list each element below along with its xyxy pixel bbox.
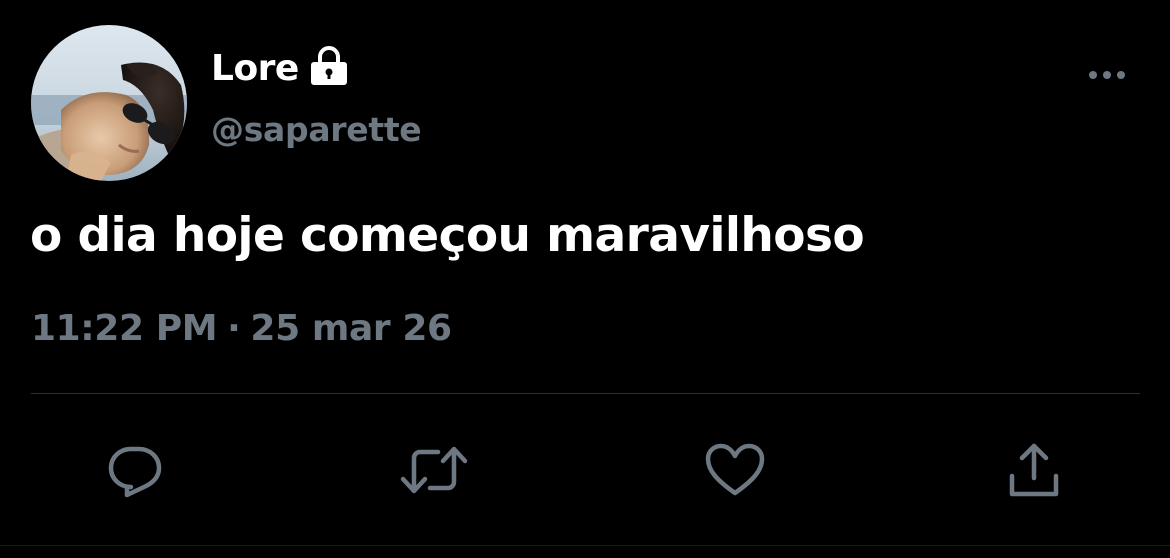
avatar[interactable]	[31, 25, 187, 181]
action-bar	[0, 430, 1170, 510]
timestamp-separator: ·	[227, 308, 241, 349]
display-name[interactable]: Lore	[211, 48, 299, 89]
like-button[interactable]	[695, 430, 775, 510]
bottom-divider	[0, 545, 1170, 546]
tweet-timestamp: 11:22 PM · 25 mar 26	[31, 308, 452, 349]
display-name-row: Lore	[211, 44, 349, 92]
heart-icon	[705, 443, 765, 496]
tweet-date[interactable]: 25 mar 26	[250, 308, 452, 349]
tweet-time[interactable]: 11:22 PM	[31, 308, 218, 349]
reply-button[interactable]	[95, 430, 175, 510]
more-options-button[interactable]	[1080, 58, 1134, 92]
share-button[interactable]	[994, 430, 1074, 510]
tweet-text: o dia hoje começou maravilhoso	[30, 208, 865, 263]
retweet-icon	[400, 446, 468, 494]
lock-icon	[309, 45, 349, 87]
user-handle[interactable]: @saparette	[211, 110, 422, 149]
reply-icon	[108, 446, 162, 498]
tweet: Lore @saparette o dia hoje começou marav…	[0, 0, 1170, 558]
share-icon	[1009, 443, 1059, 497]
retweet-button[interactable]	[394, 430, 474, 510]
divider	[31, 393, 1140, 394]
more-icon	[1089, 71, 1125, 79]
avatar-image	[31, 25, 187, 181]
